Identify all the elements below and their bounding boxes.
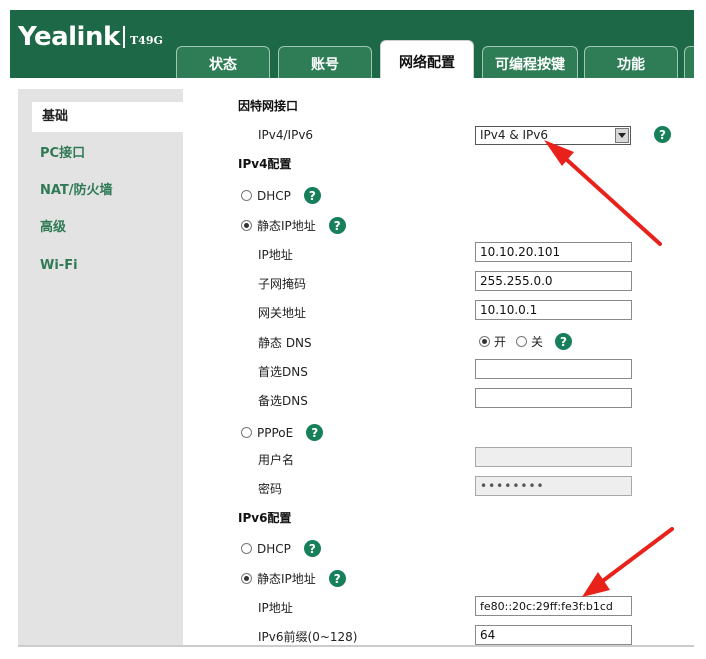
ipv6-static-option[interactable]: 静态IP地址 ?: [241, 570, 346, 587]
tab-features-label: 功能: [617, 56, 645, 73]
help-icon[interactable]: ?: [328, 217, 346, 234]
model-label: T49G: [130, 34, 163, 47]
dns-on-label: 开: [494, 335, 507, 349]
dns-off-radio[interactable]: [516, 336, 528, 347]
ipv4-ip-input[interactable]: [475, 242, 632, 262]
ipv4-static-option[interactable]: 静态IP地址 ?: [241, 217, 346, 234]
sidebar-item-wifi[interactable]: Wi-Fi: [18, 251, 183, 281]
ipv4-gateway-label: 网关地址: [258, 306, 307, 320]
ipv6-dhcp-option[interactable]: DHCP ?: [241, 540, 321, 557]
sidebar-item-pc-port[interactable]: PC接口: [18, 139, 183, 169]
ipv4-ip-label: IP地址: [258, 248, 293, 262]
ipv6-static-label: 静态IP地址: [257, 572, 316, 586]
ip-mode-value: IPv4 & IPv6: [480, 128, 549, 142]
ip-mode-label: IPv4/IPv6: [258, 128, 314, 142]
ipv6-prefix-label: IPv6前缀(0~128): [258, 630, 358, 644]
ipv4-dhcp-label: DHCP: [257, 188, 291, 203]
secondary-dns-label: 备选DNS: [258, 394, 308, 408]
ipv4-section-title: IPv4配置: [238, 157, 292, 171]
primary-dns-label: 首选DNS: [258, 365, 308, 379]
ipv4-mask-input[interactable]: [475, 271, 632, 291]
tab-more[interactable]: [684, 46, 694, 78]
help-icon[interactable]: ?: [328, 570, 346, 587]
tab-account[interactable]: 账号: [278, 46, 372, 78]
tab-dsskey-label: 可编程按键: [495, 56, 565, 73]
ipv6-dhcp-radio[interactable]: [241, 543, 252, 554]
sidebar-item-advanced[interactable]: 高级: [18, 213, 183, 243]
secondary-dns-input[interactable]: [475, 388, 632, 408]
ipv4-mask-label: 子网掩码: [258, 277, 307, 291]
dns-off-label: 关: [531, 335, 544, 349]
ipv6-dhcp-label: DHCP: [257, 541, 291, 556]
ipv4-gateway-input[interactable]: [475, 300, 632, 320]
ipv6-static-radio[interactable]: [241, 573, 252, 584]
tab-network-label: 网络配置: [399, 54, 455, 71]
chevron-down-icon[interactable]: [615, 128, 629, 143]
pppoe-radio[interactable]: [241, 427, 252, 438]
sidebar: 基础 PC接口 NAT/防火墙 高级 Wi-Fi: [18, 89, 203, 645]
sidebar-item-nat[interactable]: NAT/防火墙: [18, 176, 183, 206]
pppoe-user-input[interactable]: [475, 447, 632, 467]
help-icon[interactable]: ?: [555, 333, 573, 350]
header-bar: Yealink T49G 状态 账号 网络配置 可编程按键 功能: [10, 10, 694, 78]
pppoe-label: PPPoE: [257, 425, 294, 440]
tab-status[interactable]: 状态: [176, 46, 270, 78]
pppoe-user-label: 用户名: [258, 453, 295, 467]
ipv6-ip-input[interactable]: [475, 596, 632, 616]
ip-mode-select[interactable]: IPv4 & IPv6: [475, 126, 631, 145]
static-dns-label: 静态 DNS: [258, 336, 312, 350]
ipv4-dhcp-option[interactable]: DHCP ?: [241, 187, 321, 204]
primary-dns-input[interactable]: [475, 359, 632, 379]
tab-network[interactable]: 网络配置: [380, 40, 474, 78]
ipv4-static-radio[interactable]: [241, 220, 252, 231]
help-icon[interactable]: ?: [306, 424, 324, 441]
pppoe-option[interactable]: PPPoE ?: [241, 424, 324, 441]
help-icon[interactable]: ?: [303, 540, 321, 557]
pppoe-password-input[interactable]: [475, 476, 632, 496]
main-content: 因特网接口 IPv4/IPv6 IPv4 & IPv6 ? IPv4配置 DHC…: [183, 89, 693, 645]
bottom-divider: [18, 645, 694, 647]
static-dns-toggle: 开 关 ?: [479, 333, 573, 350]
tab-account-label: 账号: [311, 56, 339, 73]
help-icon[interactable]: ?: [654, 126, 671, 143]
tab-features[interactable]: 功能: [584, 46, 678, 78]
internet-port-title: 因特网接口: [238, 99, 299, 113]
sidebar-item-basic[interactable]: 基础: [32, 102, 203, 132]
dns-on-radio[interactable]: [479, 336, 490, 347]
tab-dsskey[interactable]: 可编程按键: [482, 46, 578, 78]
ipv6-prefix-input[interactable]: [475, 625, 632, 645]
pppoe-password-label: 密码: [258, 482, 283, 496]
ipv4-static-label: 静态IP地址: [257, 219, 316, 233]
yealink-logo: Yealink: [18, 22, 120, 52]
tab-status-label: 状态: [209, 56, 237, 73]
help-icon[interactable]: ?: [303, 187, 321, 204]
logo-divider: [123, 26, 125, 48]
ipv4-dhcp-radio[interactable]: [241, 190, 252, 201]
ipv6-section-title: IPv6配置: [238, 511, 292, 525]
ipv6-ip-label: IP地址: [258, 601, 293, 615]
